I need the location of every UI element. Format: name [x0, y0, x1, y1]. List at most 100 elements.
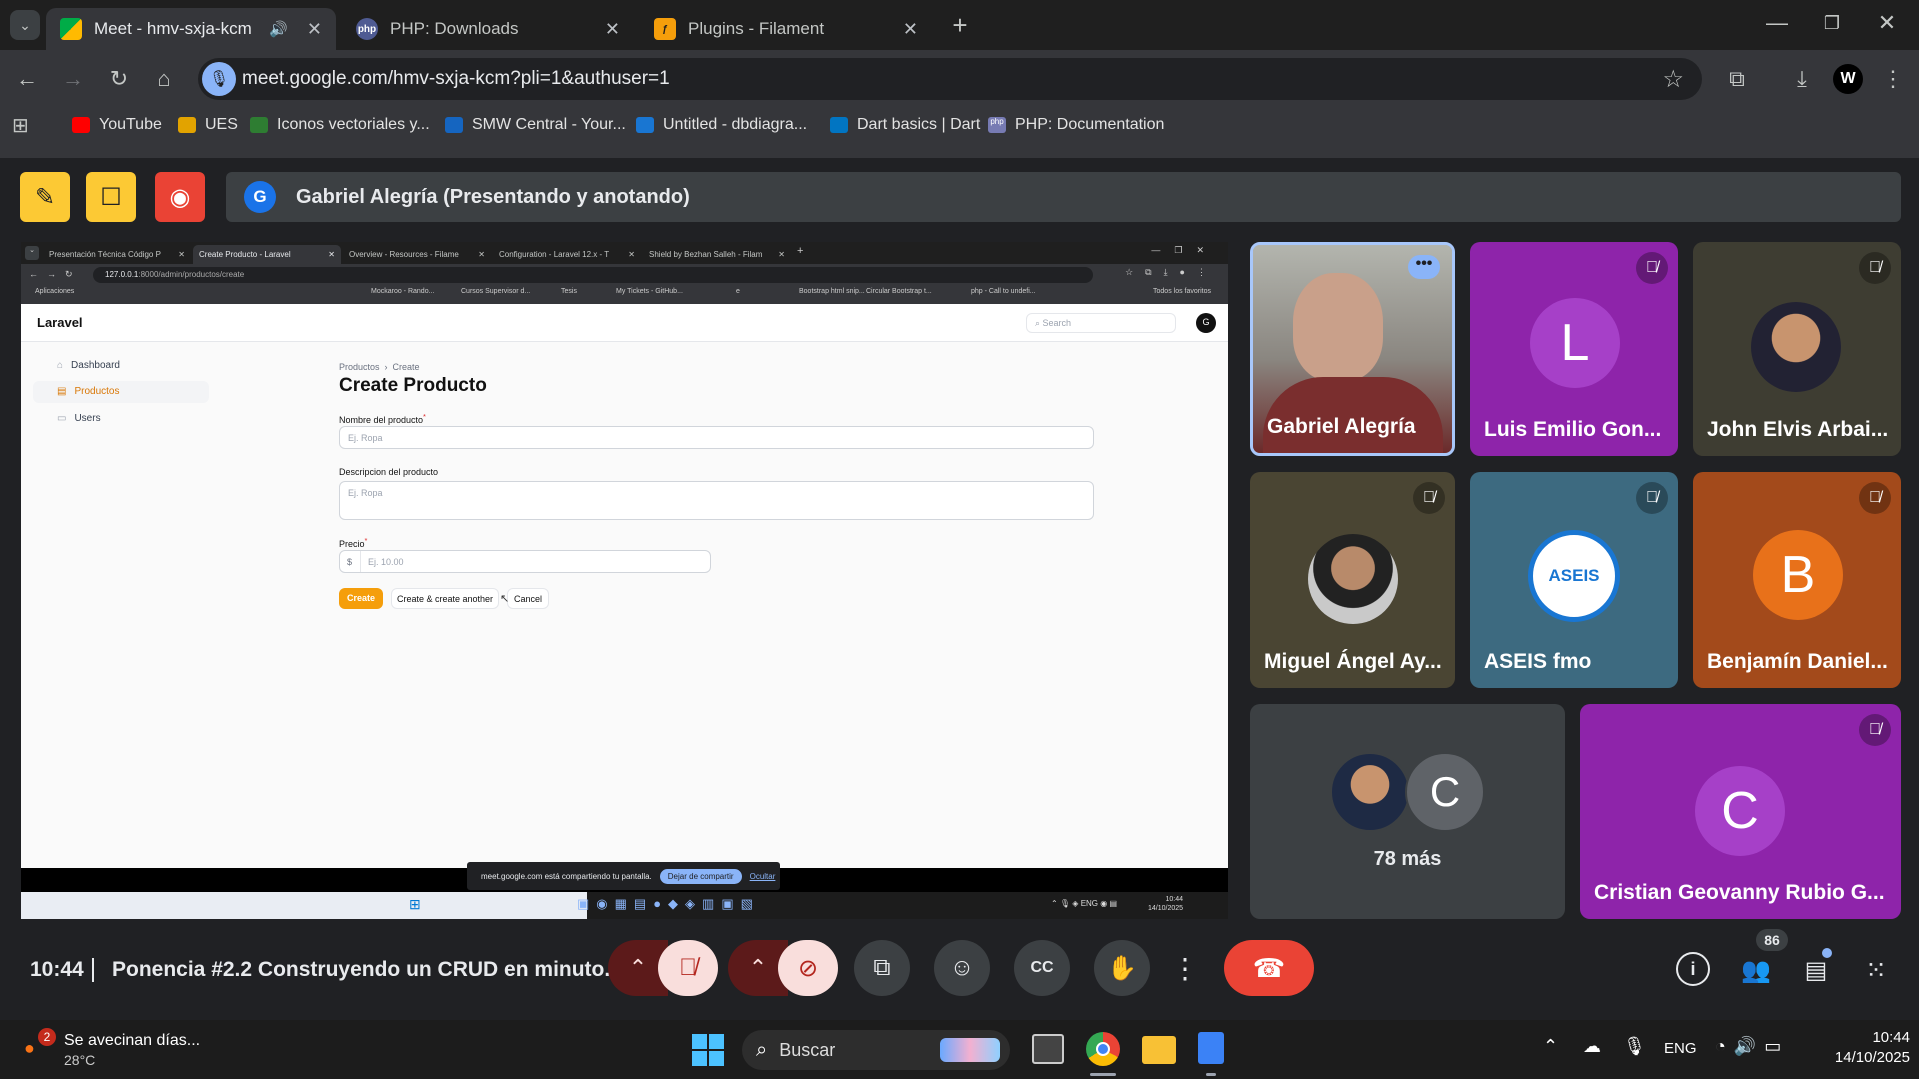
meeting-time: 10:44	[30, 958, 84, 981]
task-view-icon[interactable]	[1032, 1034, 1064, 1064]
ues-icon	[178, 117, 196, 133]
mic-toggle-button[interactable]: 🎙̸	[658, 940, 718, 996]
bookmark-item[interactable]: YouTube	[72, 112, 162, 138]
breadcrumb: Productos › Create	[339, 362, 420, 372]
profile-avatar[interactable]: W	[1833, 64, 1863, 94]
participant-name: Benjamín Daniel...	[1707, 650, 1888, 673]
close-window-icon[interactable]: ✕	[1872, 8, 1902, 38]
participant-tile-benjamin[interactable]: B 🎙̸ Benjamín Daniel...	[1693, 472, 1901, 688]
create-button: Create	[339, 588, 383, 609]
emoji-icon: ☺	[949, 954, 975, 981]
speaker-icon[interactable]: 🔊	[269, 20, 288, 38]
extensions-icon[interactable]: ⧉	[1722, 64, 1752, 94]
meet-area: ✎ ☐ ◉ G Gabriel Alegría (Presentando y a…	[0, 158, 1919, 1020]
cancel-button: Cancel	[507, 588, 549, 609]
camera-toggle-button[interactable]: ⊘	[778, 940, 838, 996]
shared-tab-title: Overview - Resources - Filame	[349, 250, 459, 259]
bookmark-item[interactable]: Dart basics | Dart	[830, 112, 980, 138]
weather-icon: ●	[24, 1038, 35, 1058]
bookmark-item[interactable]: Iconos vectoriales y...	[250, 112, 430, 138]
mic-off-icon: 🎙̸	[1859, 482, 1891, 514]
participant-tile-aseis[interactable]: ASEIS 🎙̸ ASEIS fmo	[1470, 472, 1678, 688]
home-icon[interactable]: ⌂	[149, 64, 179, 94]
language-indicator[interactable]: ENG	[1664, 1040, 1697, 1057]
tray-overflow-icon[interactable]: ⌃	[1543, 1036, 1558, 1057]
participant-tile-miguel[interactable]: 🎙̸ Miguel Ángel Ay...	[1250, 472, 1455, 688]
shared-url-host: 127.0.0.1	[105, 270, 139, 279]
presenter-label: Gabriel Alegría (Presentando y anotando)	[296, 185, 690, 208]
close-tab-icon[interactable]: ✕	[903, 19, 918, 40]
taskbar-clock[interactable]: 10:44 14/10/2025	[1810, 1028, 1910, 1068]
more-participants-tile[interactable]: C 78 más	[1250, 704, 1565, 919]
shared-tab: Presentación Técnica Código P ✕	[43, 245, 191, 264]
leave-call-button[interactable]: ☎	[1224, 940, 1314, 996]
hand-icon: ✋	[1107, 954, 1137, 982]
url-text: meet.google.com/hmv-sxja-kcm?pli=1&authu…	[242, 68, 670, 89]
field-nombre-label: Nombre del producto*	[339, 412, 426, 425]
filament-icon: ƒ	[654, 18, 676, 40]
captions-button[interactable]: CC	[1014, 940, 1070, 996]
share-notice-text: meet.google.com está compartiendo tu pan…	[481, 871, 652, 881]
home-nav-icon: ⌂	[57, 360, 64, 371]
address-bar[interactable]: 🎙 meet.google.com/hmv-sxja-kcm?pli=1&aut…	[198, 58, 1702, 100]
forward-icon[interactable]: →	[58, 64, 88, 94]
filament-search-input: ⌕ Search	[1026, 313, 1176, 333]
reactions-button[interactable]: ☺	[934, 940, 990, 996]
tab-search-chevron-icon[interactable]: ⌄	[10, 10, 40, 40]
mouse-cursor-icon: ↖	[500, 593, 510, 605]
minimize-icon[interactable]: —	[1762, 8, 1792, 38]
chrome-taskbar-icon[interactable]	[1086, 1032, 1120, 1066]
apps-grid-icon[interactable]: ⊞	[12, 112, 36, 138]
reload-icon[interactable]: ↻	[104, 64, 134, 94]
close-tab-icon[interactable]: ✕	[307, 19, 322, 40]
tab-php-downloads[interactable]: php PHP: Downloads ✕	[342, 8, 634, 50]
mic-off-icon: 🎙̸	[1859, 252, 1891, 284]
participant-tile-gabriel[interactable]: ••• Gabriel Alegría	[1250, 242, 1455, 456]
activities-button[interactable]: ⁙	[1856, 950, 1896, 990]
close-tab-icon[interactable]: ✕	[605, 19, 620, 40]
network-sound-battery[interactable]: ◔🔊▭	[1715, 1036, 1789, 1057]
notepad-icon[interactable]	[1198, 1032, 1224, 1064]
file-explorer-icon[interactable]	[1142, 1036, 1176, 1064]
shared-taskbar-left	[21, 892, 587, 919]
more-options-button[interactable]: ⋮	[1162, 940, 1208, 996]
meeting-info-button[interactable]: i	[1676, 952, 1710, 986]
bookmark-item[interactable]: php PHP: Documentation	[988, 112, 1164, 138]
bookmark-item[interactable]: UES	[178, 112, 238, 138]
dbdiagram-icon	[636, 117, 654, 133]
taskbar-search-label: Buscar	[779, 1039, 836, 1060]
restore-icon[interactable]: ❐	[1817, 8, 1847, 38]
back-icon[interactable]: ←	[12, 64, 42, 94]
chrome-menu-icon[interactable]: ⋮	[1878, 64, 1908, 94]
participant-tile-cristian[interactable]: C 🎙̸ Cristian Geovanny Rubio G...	[1580, 704, 1901, 919]
start-button[interactable]	[692, 1034, 724, 1066]
raise-hand-button[interactable]: ✋	[1094, 940, 1150, 996]
shared-bookmark: e	[736, 288, 740, 295]
windows-taskbar: ● 2 Se avecinan días... 28°C ⌕ Buscar ⌃ …	[0, 1020, 1919, 1079]
participant-tile-luis[interactable]: L 🎙̸ Luis Emilio Gon...	[1470, 242, 1678, 456]
captions-icon: CC	[1030, 959, 1054, 976]
mic-site-icon[interactable]: 🎙	[202, 62, 236, 96]
clock-time: 10:44	[1872, 1029, 1910, 1046]
download-icon[interactable]: ⤓	[1787, 64, 1817, 94]
star-icon[interactable]: ☆	[1662, 65, 1684, 94]
bookmark-item[interactable]: Untitled - dbdiagra...	[636, 112, 807, 138]
annotate-toggle-button[interactable]: ✎	[20, 172, 70, 222]
pointer-button[interactable]: ☐	[86, 172, 136, 222]
onedrive-icon[interactable]: ☁	[1583, 1036, 1601, 1057]
new-tab-icon[interactable]: +	[945, 10, 975, 40]
taskbar-search[interactable]: ⌕ Buscar	[742, 1030, 1010, 1070]
present-button[interactable]: ⧉	[854, 940, 910, 996]
record-button[interactable]: ◉	[155, 172, 205, 222]
present-screen-icon: ⧉	[873, 954, 891, 981]
weather-widget[interactable]: ● 2 Se avecinan días... 28°C	[24, 1028, 224, 1072]
bookmark-item[interactable]: SMW Central - Your...	[445, 112, 626, 138]
people-button[interactable]: 👥	[1734, 950, 1778, 990]
more-avatar-initial: C	[1405, 752, 1485, 832]
participant-tile-john[interactable]: 🎙̸ John Elvis Arbai...	[1693, 242, 1901, 456]
tab-filament[interactable]: ƒ Plugins - Filament ✕	[640, 8, 932, 50]
more-avatar-photo	[1330, 752, 1410, 832]
tab-meet[interactable]: Meet - hmv-sxja-kcm 🔊 ✕	[46, 8, 336, 50]
mic-tray-icon[interactable]: 🎙	[1623, 1036, 1646, 1057]
dart-icon	[830, 117, 848, 133]
